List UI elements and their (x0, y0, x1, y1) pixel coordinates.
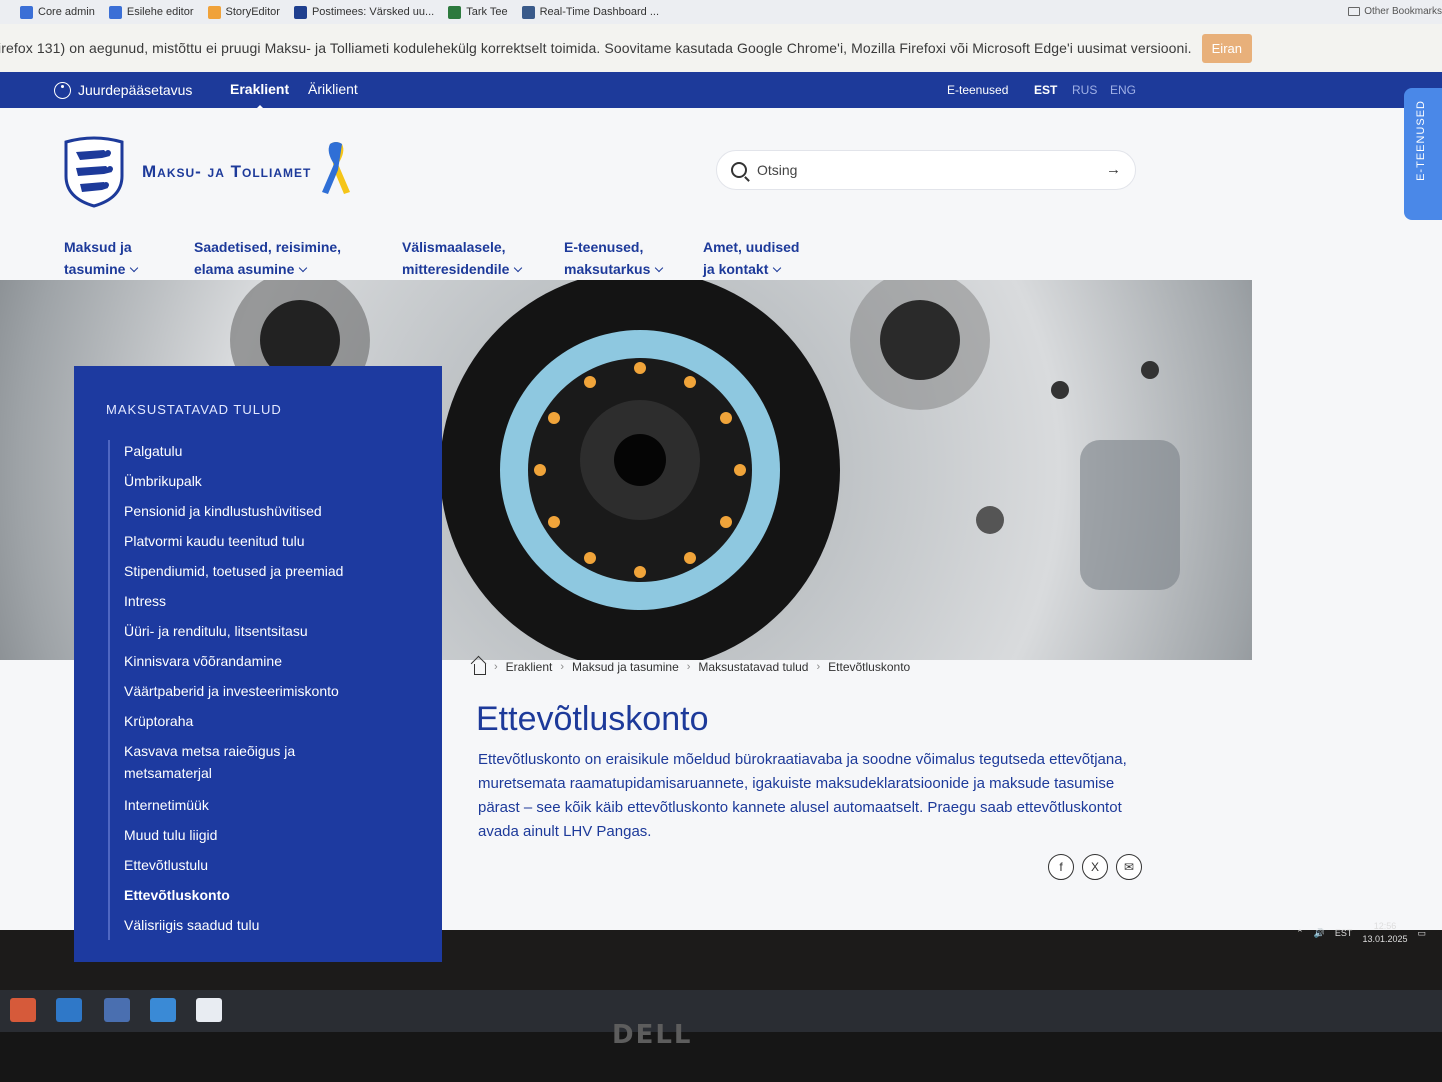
coat-of-arms-logo[interactable] (60, 136, 128, 208)
folder-icon (1348, 7, 1361, 16)
top-navigation: Juurdepääsetavus Eraklient Äriklient E-t… (0, 72, 1442, 111)
sidebar-item-kinnisvara[interactable]: Kinnisvara võõrandamine (124, 650, 414, 672)
sidebar-item-kruptoraha[interactable]: Krüptoraha (124, 710, 414, 732)
breadcrumb-maksud[interactable]: Maksud ja tasumine (572, 660, 679, 674)
section-sidebar: MAKSUSTATAVAD TULUD Palgatulu Ümbrikupal… (74, 366, 442, 962)
app-taskbar-icon[interactable] (150, 998, 176, 1022)
x-share-icon[interactable]: X (1082, 854, 1108, 880)
browser-warning-banner: irefox 131) on aegunud, mistõttu ei pruu… (0, 24, 1442, 72)
bookmark-core-admin[interactable]: Core admin (20, 5, 95, 19)
system-tray: ⌃ 🔊 EST 12:56 13.01.2025 ▭ (1296, 920, 1426, 946)
monitor-bezel (0, 1032, 1442, 1082)
sidebar-item-vaartpaberid[interactable]: Väärtpaberid ja investeerimiskonto (124, 680, 414, 702)
monitor-brand-logo: DELL (612, 1020, 693, 1050)
email-share-icon[interactable]: ✉ (1116, 854, 1142, 880)
sidebar-item-pensionid[interactable]: Pensionid ja kindlustushüvitised (124, 500, 414, 522)
sidebar-item-ettevotlustulu[interactable]: Ettevõtlustulu (124, 854, 414, 876)
teams-taskbar-icon[interactable] (104, 998, 130, 1022)
chevron-down-icon (773, 263, 782, 273)
mainnav-amet[interactable]: Amet, uudised ja kontakt (703, 236, 799, 280)
eservices-link[interactable]: E-teenused (947, 83, 1008, 97)
volume-icon[interactable]: 🔊 (1314, 928, 1325, 939)
mail-taskbar-icon[interactable] (56, 998, 82, 1022)
breadcrumb: › Eraklient › Maksud ja tasumine › Maksu… (474, 660, 911, 675)
ukraine-ribbon-icon (322, 142, 350, 194)
sidebar-item-valisriigis[interactable]: Välisriigis saadud tulu (124, 914, 414, 936)
warning-text: irefox 131) on aegunud, mistõttu ei pruu… (0, 40, 1192, 56)
firefox-taskbar-icon[interactable] (10, 998, 36, 1022)
tab-eraklient[interactable]: Eraklient (230, 81, 289, 111)
bookmark-icon (20, 5, 33, 19)
sidebar-item-intress[interactable]: Intress (124, 590, 414, 612)
sidebar-item-muud-tulu[interactable]: Muud tulu liigid (124, 824, 414, 846)
bookmark-icon (448, 5, 462, 19)
facebook-share-icon[interactable]: f (1048, 854, 1074, 880)
bookmarks-bar: Core admin Esilehe editor StoryEditor Po… (0, 0, 1442, 24)
eservices-side-tab[interactable]: E-TEENUSED (1404, 88, 1442, 220)
arrow-right-icon[interactable]: → (1106, 161, 1121, 178)
tray-language[interactable]: EST (1335, 928, 1353, 938)
home-icon[interactable] (474, 663, 486, 675)
mainnav-eteenused[interactable]: E-teenused, maksutarkus (564, 236, 664, 280)
search-input[interactable] (757, 162, 1097, 178)
network-icon[interactable]: ⌃ (1296, 928, 1304, 939)
taskbar (0, 990, 1442, 1032)
bookmark-icon (108, 5, 122, 19)
intro-text: Ettevõtluskonto on eraisikule mõeldud bü… (478, 751, 1127, 840)
chevron-down-icon (655, 263, 664, 273)
sidebar-item-internetimuuk[interactable]: Internetimüük (124, 794, 414, 816)
notifications-icon[interactable]: ▭ (1417, 928, 1426, 939)
breadcrumb-separator: › (816, 661, 821, 673)
mainnav-maksud[interactable]: Maksud ja tasumine (64, 236, 139, 280)
breadcrumb-current: Ettevõtluskonto (828, 660, 911, 674)
bookmark-storyeditor[interactable]: StoryEditor (207, 5, 280, 19)
accessibility-link[interactable]: Juurdepääsetavus (54, 81, 192, 99)
breadcrumb-separator: › (686, 661, 691, 673)
page-title: Ettevõtluskonto (476, 700, 709, 738)
bookmark-icon (521, 5, 535, 19)
search-icon (731, 162, 747, 178)
breadcrumb-separator: › (560, 661, 565, 673)
bookmark-esilehe-editor[interactable]: Esilehe editor (108, 5, 194, 19)
breadcrumb-separator: › (494, 661, 498, 673)
lang-rus[interactable]: RUS (1072, 83, 1097, 97)
other-bookmarks[interactable]: Other Bookmarks (1348, 6, 1442, 17)
sidebar-item-kasvava-metsa[interactable]: Kasvava metsa raieõigus ja metsamaterjal (124, 740, 334, 784)
mainnav-valismaalasele[interactable]: Välismaalasele, mitteresidendile (402, 236, 523, 280)
sidebar-item-palgatulu[interactable]: Palgatulu (124, 440, 414, 462)
mainnav-saadetised[interactable]: Saadetised, reisimine, elama asumine (194, 236, 341, 280)
chevron-down-icon (130, 263, 139, 273)
tab-ariklient[interactable]: Äriklient (308, 81, 358, 97)
page-content: Maksu- ja Tolliamet → E-TEENUSED Maksud … (0, 88, 1442, 962)
bookmark-postimees[interactable]: Postimees: Värsked uu... (293, 5, 434, 19)
bookmark-tark-tee[interactable]: Tark Tee (448, 5, 508, 19)
sidebar-item-umbrikupalk[interactable]: Ümbrikupalk (124, 470, 414, 492)
sidebar-item-platvormi[interactable]: Platvormi kaudu teenitud tulu (124, 530, 414, 552)
chevron-down-icon (299, 263, 308, 273)
sidebar-divider (108, 440, 110, 940)
accessibility-icon (54, 81, 71, 99)
chevron-down-icon (514, 263, 523, 273)
sidebar-item-uuri[interactable]: Üüri- ja renditulu, litsentsitasu (124, 620, 414, 642)
tray-clock[interactable]: 12:56 13.01.2025 (1362, 920, 1407, 946)
breadcrumb-eraklient[interactable]: Eraklient (506, 660, 553, 674)
sidebar-title: MAKSUSTATAVAD TULUD (106, 402, 282, 417)
lang-eng[interactable]: ENG (1110, 83, 1136, 97)
sidebar-item-ettevotluskonto[interactable]: Ettevõtluskonto (124, 884, 414, 906)
search-box: → (716, 150, 1136, 190)
sidebar-item-stipendiumid[interactable]: Stipendiumid, toetused ja preemiad (124, 560, 414, 582)
bookmark-icon (293, 5, 307, 19)
star-icon (207, 5, 221, 19)
eservices-side-tab-label: E-TEENUSED (1415, 100, 1427, 181)
dismiss-warning-button[interactable]: Eiran (1201, 33, 1252, 63)
breadcrumb-maksustatavad[interactable]: Maksustatavad tulud (698, 660, 808, 674)
document-taskbar-icon[interactable] (196, 998, 222, 1022)
brand-name[interactable]: Maksu- ja Tolliamet (142, 162, 311, 182)
bookmark-realtime-dashboard[interactable]: Real-Time Dashboard ... (521, 5, 659, 19)
lang-est[interactable]: EST (1034, 83, 1057, 97)
